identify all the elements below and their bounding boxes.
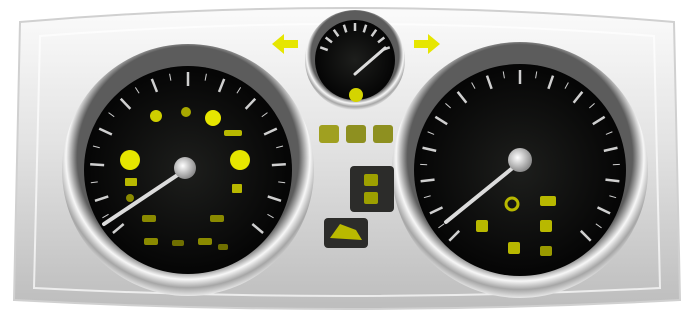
lamp-icon	[198, 238, 212, 245]
speedometer-gauge	[392, 42, 648, 298]
lamp-icon	[218, 244, 228, 250]
indicator-lamp-icon	[540, 220, 552, 232]
lamp-icon	[142, 215, 156, 222]
indicator-lamp-icon	[540, 246, 552, 256]
instrument-cluster	[12, 7, 682, 310]
warning-lamp-icon	[181, 107, 191, 117]
info-display	[350, 166, 394, 212]
warning-lamp-icon	[150, 110, 162, 122]
major-tick	[605, 178, 620, 183]
fuel-gauge	[305, 10, 405, 110]
airbag-warning-icon	[120, 150, 140, 170]
indicator-lamp-icon	[373, 125, 393, 143]
indicator-lamp-icon	[540, 196, 556, 206]
engine-warning-icon	[230, 150, 250, 170]
major-tick	[271, 163, 286, 167]
oil-pressure-icon	[224, 130, 242, 136]
tachometer-hub	[174, 157, 196, 179]
indicator-lamp-icon	[346, 125, 366, 143]
seatbelt-warning-icon	[232, 184, 242, 193]
indicator-lamp-icon	[364, 174, 378, 186]
abs-warning-icon	[126, 194, 134, 202]
major-tick	[90, 163, 105, 167]
fuel-gauge-face	[315, 20, 395, 100]
major-tick	[420, 178, 435, 183]
lamp-icon	[172, 240, 184, 246]
speedometer-hub	[508, 148, 532, 172]
battery-warning-icon	[125, 178, 137, 186]
indicator-lamp-icon	[508, 242, 520, 254]
lamp-icon	[144, 238, 158, 245]
indicator-lamp-icon	[476, 220, 488, 232]
indicator-lamp-icon	[364, 192, 378, 204]
brake-warning-icon	[205, 110, 221, 126]
lamp-icon	[210, 215, 224, 222]
indicator-lamp-icon	[319, 125, 339, 143]
tachometer-gauge	[62, 44, 314, 296]
fuel-pump-icon	[349, 88, 363, 102]
